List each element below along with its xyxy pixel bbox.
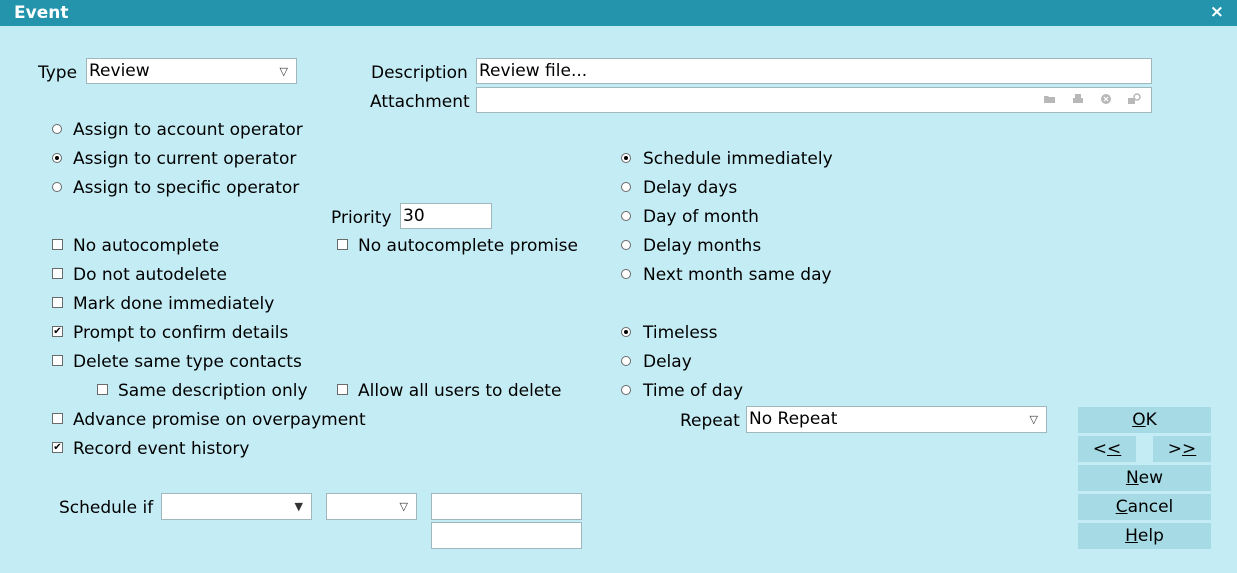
new-button[interactable]: New	[1077, 464, 1212, 492]
next-month-same-day-label: Next month same day	[643, 265, 832, 285]
cancel-button[interactable]: Cancel	[1077, 493, 1212, 521]
attachment-label: Attachment	[370, 92, 470, 112]
new-button-post: ew	[1138, 468, 1164, 488]
cancel-button-mnemonic: C	[1115, 497, 1128, 517]
mark-done-label: Mark done immediately	[73, 294, 275, 314]
type-value: Review	[89, 61, 150, 81]
description-input[interactable]: Review file...	[476, 58, 1152, 84]
delay-months-radio[interactable]	[621, 240, 631, 250]
do-not-autodelete-checkbox[interactable]	[52, 268, 63, 279]
chevron-down-icon: ▽	[399, 500, 408, 513]
allow-all-users-label: Allow all users to delete	[358, 381, 562, 401]
repeat-label: Repeat	[680, 411, 740, 431]
new-button-mnemonic: N	[1125, 468, 1139, 488]
assign-current-radio[interactable]	[52, 153, 62, 163]
prompt-confirm-label: Prompt to confirm details	[73, 323, 289, 343]
delay-months-label: Delay months	[643, 236, 762, 256]
search-icon[interactable]	[1127, 93, 1141, 105]
record-history-label: Record event history	[73, 439, 250, 459]
chevron-down-icon: ▽	[279, 65, 288, 78]
timeless-label: Timeless	[643, 323, 718, 343]
priority-label: Priority	[331, 208, 392, 228]
delete-same-type-checkbox[interactable]	[52, 355, 63, 366]
assign-account-radio[interactable]	[52, 124, 62, 134]
help-button-mnemonic: H	[1125, 526, 1138, 546]
delay-days-label: Delay days	[643, 178, 738, 198]
priority-input[interactable]: 30	[400, 203, 492, 229]
assign-specific-label: Assign to specific operator	[73, 178, 300, 198]
clear-icon[interactable]	[1099, 93, 1113, 105]
schedule-immediately-radio[interactable]	[621, 153, 631, 163]
chevron-down-icon: ▼	[294, 500, 303, 513]
same-description-label: Same description only	[118, 381, 308, 401]
assign-current-label: Assign to current operator	[73, 149, 297, 169]
description-label: Description	[371, 63, 468, 83]
prompt-confirm-checkbox[interactable]: ✔	[52, 326, 63, 337]
type-label: Type	[38, 63, 78, 83]
next-button-mnemonic: >	[1182, 439, 1197, 459]
day-of-month-label: Day of month	[643, 207, 759, 227]
window-title: Event	[14, 3, 69, 23]
next-month-same-day-radio[interactable]	[621, 269, 631, 279]
previous-button-pre: <	[1092, 439, 1107, 459]
no-autocomplete-label: No autocomplete	[73, 236, 220, 256]
assign-account-label: Assign to account operator	[73, 120, 303, 140]
schedule-if-operator-select[interactable]: ▽	[326, 493, 417, 520]
record-history-checkbox[interactable]: ✔	[52, 442, 63, 453]
repeat-value: No Repeat	[749, 409, 838, 429]
attachment-input[interactable]	[476, 87, 1152, 113]
do-not-autodelete-label: Do not autodelete	[73, 265, 227, 285]
close-icon[interactable]: ×	[1210, 2, 1224, 22]
no-autocomplete-promise-checkbox[interactable]	[337, 239, 348, 250]
advance-promise-label: Advance promise on overpayment	[73, 410, 366, 430]
ok-button[interactable]: OK	[1077, 406, 1212, 434]
help-button-post: elp	[1137, 526, 1164, 546]
schedule-if-label: Schedule if	[59, 498, 154, 518]
no-autocomplete-promise-label: No autocomplete promise	[358, 236, 578, 256]
previous-button-mnemonic: <	[1107, 439, 1122, 459]
title-bar: Event ×	[0, 0, 1237, 26]
next-button[interactable]: >>	[1152, 435, 1212, 463]
delay-radio[interactable]	[621, 356, 631, 366]
delete-same-type-label: Delete same type contacts	[73, 352, 302, 372]
time-of-day-radio[interactable]	[621, 385, 631, 395]
allow-all-users-checkbox[interactable]	[337, 384, 348, 395]
mark-done-checkbox[interactable]	[52, 297, 63, 308]
repeat-select[interactable]: No Repeat ▽	[746, 406, 1047, 433]
ok-button-mnemonic: O	[1132, 410, 1146, 430]
schedule-if-value2-input[interactable]	[431, 522, 582, 549]
assign-specific-radio[interactable]	[52, 182, 62, 192]
folder-icon[interactable]	[1043, 93, 1057, 105]
chevron-down-icon: ▽	[1029, 413, 1038, 426]
timeless-radio[interactable]	[621, 327, 631, 337]
advance-promise-checkbox[interactable]	[52, 413, 63, 424]
no-autocomplete-checkbox[interactable]	[52, 239, 63, 250]
cancel-button-post: ancel	[1127, 497, 1174, 517]
previous-button[interactable]: <<	[1077, 435, 1137, 463]
delay-label: Delay	[643, 352, 692, 372]
day-of-month-radio[interactable]	[621, 211, 631, 221]
print-icon[interactable]	[1071, 93, 1085, 105]
schedule-if-value1-input[interactable]	[431, 493, 582, 520]
schedule-if-field-select[interactable]: ▼	[161, 493, 312, 520]
same-description-checkbox[interactable]	[97, 384, 108, 395]
time-of-day-label: Time of day	[643, 381, 744, 401]
help-button[interactable]: Help	[1077, 522, 1212, 550]
next-button-pre: >	[1167, 439, 1182, 459]
delay-days-radio[interactable]	[621, 182, 631, 192]
type-select[interactable]: Review ▽	[86, 58, 297, 84]
schedule-immediately-label: Schedule immediately	[643, 149, 833, 169]
ok-button-post: K	[1145, 410, 1157, 430]
